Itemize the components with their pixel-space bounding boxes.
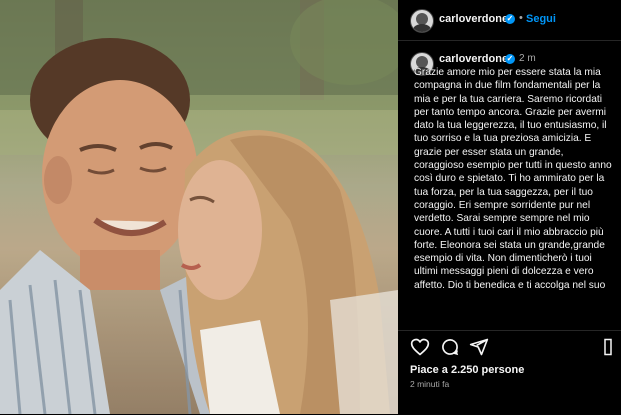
send-icon[interactable] [469,337,489,357]
comment-icon[interactable] [440,337,460,357]
caption-verified-badge-icon: ✓ [505,54,515,64]
caption-section[interactable]: carloverdone ✓ 2 m Grazie amore mio per … [398,41,621,328]
more-icon[interactable] [599,337,617,357]
caption-time: 2 m [519,53,536,64]
caption-username[interactable]: carloverdone [439,53,508,65]
heart-icon[interactable] [410,337,430,357]
instagram-post-view: carloverdone ✓ • Segui carloverdone ✓ 2 … [0,0,621,414]
posted-time: 2 minuti fa [410,379,450,389]
post-header: carloverdone ✓ • Segui [398,0,621,41]
photo-illustration [0,0,398,414]
header-separator: • [519,12,523,24]
follow-button[interactable]: Segui [526,13,556,25]
post-actions: Piace a 2.250 persone 2 minuti fa [398,330,621,415]
caption-text: Grazie amore mio per essere stata la mia… [414,67,612,291]
author-username[interactable]: carloverdone [439,13,508,25]
verified-badge-icon: ✓ [505,14,515,24]
author-avatar[interactable] [410,9,434,33]
post-photo[interactable] [0,0,398,414]
likes-count[interactable]: Piace a 2.250 persone [410,364,524,376]
post-side-panel: carloverdone ✓ • Segui carloverdone ✓ 2 … [398,0,621,414]
